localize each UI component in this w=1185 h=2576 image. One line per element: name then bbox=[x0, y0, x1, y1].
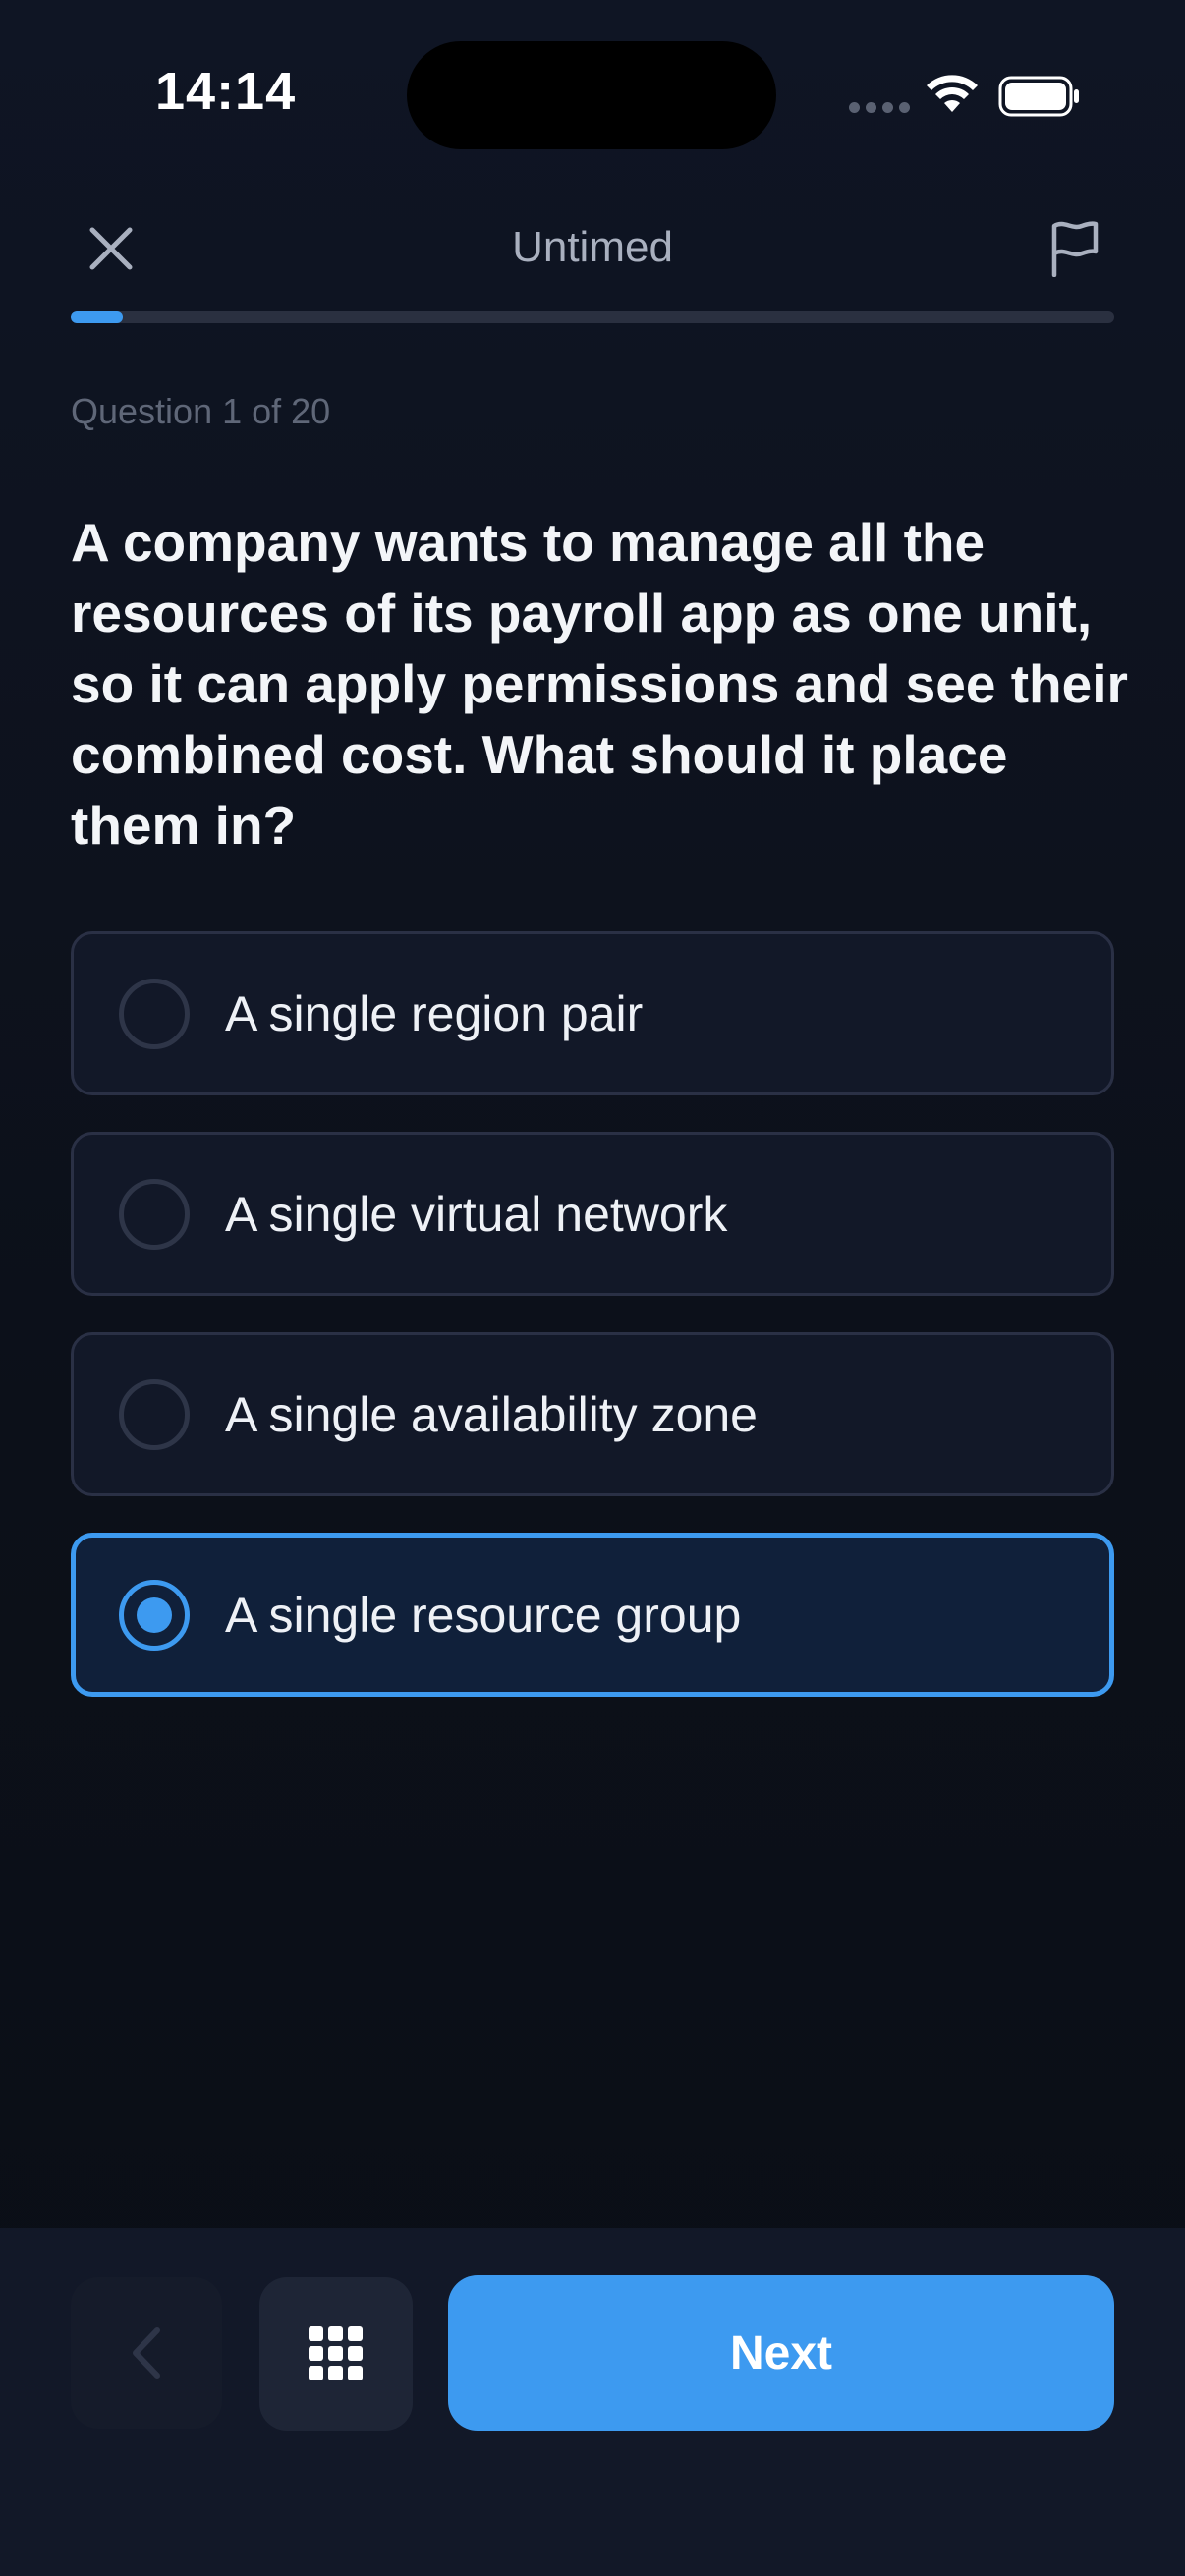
radio-button[interactable] bbox=[119, 1378, 190, 1450]
battery-icon bbox=[998, 76, 1079, 117]
bottom-navigation: Next bbox=[0, 2228, 1185, 2576]
previous-button[interactable] bbox=[71, 2277, 222, 2429]
dynamic-island bbox=[407, 41, 776, 149]
next-button[interactable]: Next bbox=[448, 2275, 1114, 2431]
answer-option[interactable]: A single resource group bbox=[71, 1533, 1114, 1697]
option-label: A single resource group bbox=[225, 1587, 742, 1643]
answer-option[interactable]: A single availability zone bbox=[71, 1332, 1114, 1496]
chevron-left-icon bbox=[133, 2327, 160, 2379]
question-grid-button[interactable] bbox=[259, 2277, 413, 2431]
option-label: A single region pair bbox=[225, 985, 644, 1041]
radio-button[interactable] bbox=[119, 1178, 190, 1250]
status-bar: 14:14 bbox=[0, 0, 1185, 187]
answer-option[interactable]: A single region pair bbox=[71, 931, 1114, 1095]
flag-icon bbox=[1051, 221, 1099, 277]
cellular-signal-icon bbox=[849, 102, 910, 113]
option-label: A single availability zone bbox=[225, 1386, 758, 1442]
wifi-icon bbox=[927, 75, 978, 112]
progress-bar bbox=[71, 311, 1114, 323]
flag-button[interactable] bbox=[1040, 216, 1108, 281]
status-time: 14:14 bbox=[155, 62, 297, 121]
radio-button[interactable] bbox=[119, 1579, 190, 1651]
question-text: A company wants to manage all the resour… bbox=[71, 512, 1128, 856]
grid-icon bbox=[309, 2326, 363, 2380]
mode-title: Untimed bbox=[512, 223, 673, 271]
answer-option[interactable]: A single virtual network bbox=[71, 1132, 1114, 1296]
radio-selected-dot bbox=[137, 1596, 172, 1633]
question-counter: Question 1 of 20 bbox=[71, 391, 331, 431]
option-label: A single virtual network bbox=[225, 1186, 728, 1242]
progress-fill bbox=[71, 311, 124, 323]
answer-options: A single region pair A single virtual ne… bbox=[71, 931, 1114, 1733]
radio-button[interactable] bbox=[119, 978, 190, 1049]
